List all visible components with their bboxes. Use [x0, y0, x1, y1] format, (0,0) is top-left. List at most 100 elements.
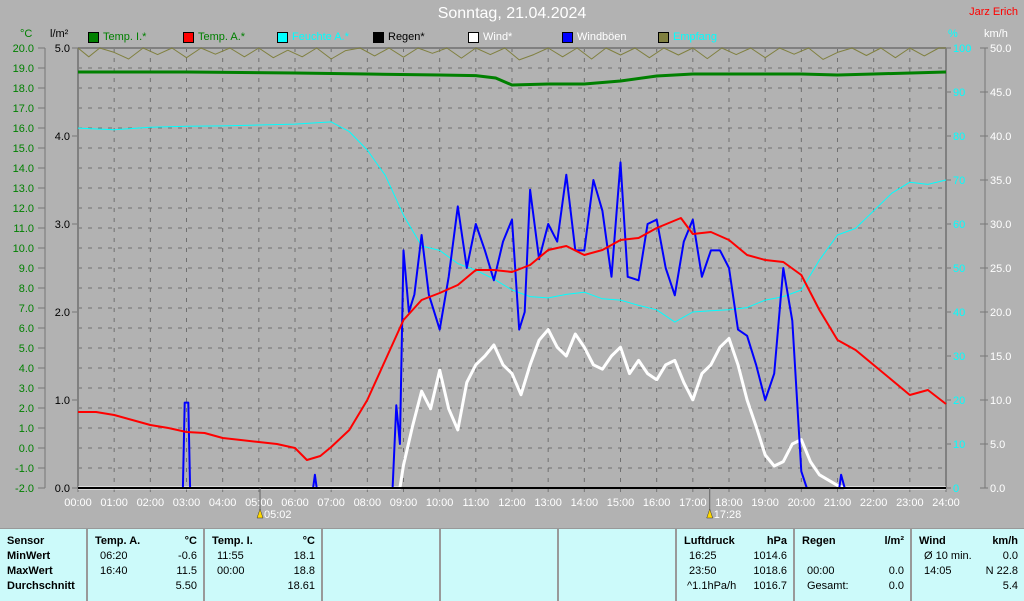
wind-time: 14:05 — [924, 565, 952, 577]
sensor-column: Sensor MinWert MaxWert Durchschnitt — [0, 529, 88, 601]
temp-axis-label: 5.0 — [19, 343, 34, 355]
legend-label: Wind* — [483, 31, 513, 43]
humidity-axis-label: 90 — [953, 87, 965, 99]
wind-axis-label: 30.0 — [990, 219, 1011, 231]
temp-axis-label: 8.0 — [19, 283, 34, 295]
sunset-icon — [706, 508, 714, 519]
legend-swatch-icon — [277, 31, 288, 43]
chart-title: Sonntag, 21.04.2024 — [437, 5, 587, 22]
temp-axis-label: 18.0 — [13, 83, 34, 95]
pressure-time: 16:25 — [689, 550, 717, 562]
pressure-time: ^1.1hPa/h — [687, 580, 737, 592]
rain-axis-label: 3.0 — [55, 219, 70, 231]
temp-i-column: Temp. I. °C 11:55 18.1 00:00 18.8 18.61 — [205, 529, 323, 601]
temp_a-time: 06:20 — [100, 550, 128, 562]
sensor-header: Sensor — [7, 535, 45, 547]
temp_a-header: Temp. A. — [95, 535, 141, 547]
legend-item: Temp. A.* — [183, 31, 245, 43]
pressure-value: 1014.6 — [753, 550, 787, 562]
legend-label: Feuchte A.* — [292, 31, 349, 43]
legend-swatch-icon — [658, 31, 669, 43]
rain-time: Gesamt: — [807, 580, 849, 592]
temp_a-unit: °C — [184, 535, 197, 547]
wind-axis-label: 35.0 — [990, 175, 1011, 187]
rain-time: 00:00 — [807, 565, 835, 577]
legend-label: Regen* — [388, 31, 425, 43]
legend-label: Windböen — [577, 31, 627, 43]
x-axis-label: 12:00 — [498, 497, 526, 509]
temp-axis-label: 20.0 — [13, 43, 34, 55]
wind-header: Wind — [919, 535, 946, 547]
x-axis-label: 04:00 — [209, 497, 237, 509]
x-axis-label: 24:00 — [932, 497, 960, 509]
pressure-column: Luftdruck hPa 16:25 1014.6 23:50 1018.6 ^1.1hP… — [677, 529, 795, 601]
legend-swatch-icon — [183, 31, 194, 43]
temp-axis-label: 13.0 — [13, 183, 34, 195]
temp-axis-label: 19.0 — [13, 63, 34, 75]
wind-axis-label: 5.0 — [990, 439, 1005, 451]
x-axis-label: 02:00 — [137, 497, 165, 509]
x-axis-label: 06:00 — [281, 497, 309, 509]
x-axis-label: 15:00 — [607, 497, 635, 509]
wind-value: 0.0 — [1002, 550, 1018, 562]
x-axis-label: 23:00 — [896, 497, 924, 509]
wind-column: Wind km/h Ø 10 min. 0.0 14:05 N 22.8 5.4 — [912, 529, 1024, 601]
humidity-axis-label: 60 — [953, 219, 965, 231]
legend-item: Windböen — [562, 31, 627, 43]
x-axis-label: 18:00 — [715, 497, 743, 509]
temp-axis-label: 14.0 — [13, 163, 34, 175]
rain-header: Regen — [802, 535, 836, 547]
temp-axis-label: 0.0 — [19, 443, 34, 455]
legend-label: Temp. I.* — [103, 31, 147, 43]
humidity-axis-label: 10 — [953, 439, 965, 451]
temp_i-value: 18.61 — [287, 580, 315, 592]
wind-unit-label: km/h — [984, 28, 1008, 40]
wind-axis-label: 50.0 — [990, 43, 1011, 55]
legend-item: Temp. I.* — [88, 31, 146, 43]
rain-axis-label: 2.0 — [55, 307, 70, 319]
x-axis-label: 10:00 — [426, 497, 454, 509]
temp_i-time: 00:00 — [217, 565, 245, 577]
x-axis-label: 22:00 — [860, 497, 888, 509]
rain-unit-label: l/m² — [50, 28, 69, 40]
rain-axis-label: 5.0 — [55, 43, 70, 55]
temp_a-time: 16:40 — [100, 565, 128, 577]
humidity-unit-label: % — [948, 28, 958, 40]
temp-axis-label: 11.0 — [13, 223, 34, 235]
x-axis-label: 07:00 — [317, 497, 345, 509]
wind-axis-label: 45.0 — [990, 87, 1011, 99]
temp_i-value: 18.1 — [293, 550, 315, 562]
temp_i-time: 11:55 — [217, 550, 244, 562]
x-axis-label: 14:00 — [571, 497, 599, 509]
pressure-value: 1018.6 — [753, 565, 787, 577]
pressure-unit: hPa — [766, 535, 787, 547]
x-axis-label: 01:00 — [100, 497, 128, 509]
event-label: 17:28 — [714, 509, 742, 521]
temp-axis-label: 3.0 — [19, 383, 34, 395]
legend-item: Empfang — [658, 31, 717, 43]
rain-column: Regen l/m² 00:00 0.0 Gesamt: 0.0 — [795, 529, 912, 601]
legend-swatch-icon — [88, 31, 99, 43]
x-axis-label: 03:00 — [173, 497, 201, 509]
temp_a-value: 5.50 — [175, 580, 197, 592]
row-label-max: MaxWert — [7, 565, 53, 577]
statistics-table: Sensor MinWert MaxWert Durchschnitt Temp… — [0, 528, 1024, 601]
rain-axis-label: 4.0 — [55, 131, 70, 143]
pressure-header: Luftdruck — [684, 535, 735, 547]
x-axis-label: 05:00 — [245, 497, 273, 509]
legend-swatch-icon — [562, 31, 573, 43]
temp-axis-label: -2.0 — [15, 483, 34, 495]
wind-time: Ø 10 min. — [924, 550, 972, 562]
humidity-axis-label: 30 — [953, 351, 965, 363]
author-label: Jarz Erich — [969, 6, 1018, 18]
temp-axis-label: 17.0 — [13, 103, 34, 115]
x-axis-label: 20:00 — [788, 497, 816, 509]
x-axis-label: 13:00 — [534, 497, 562, 509]
wind-axis-label: 15.0 — [990, 351, 1011, 363]
legend-swatch-icon — [373, 31, 384, 43]
wind-value: N 22.8 — [985, 565, 1018, 577]
temp-axis-label: 2.0 — [19, 403, 34, 415]
rain-axis-label: 1.0 — [55, 395, 70, 407]
legend-label: Temp. A.* — [198, 31, 246, 43]
humidity-axis-label: 100 — [953, 43, 971, 55]
